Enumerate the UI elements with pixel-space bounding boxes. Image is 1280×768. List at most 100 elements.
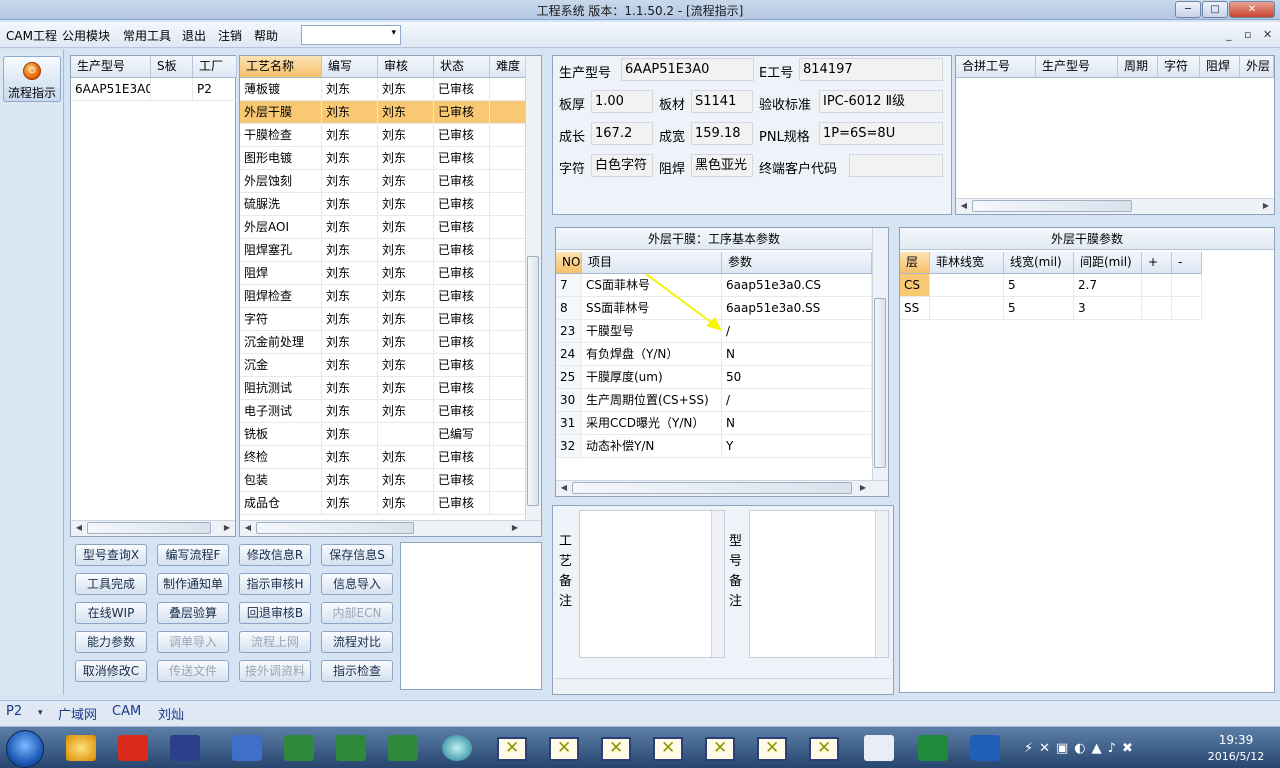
column-header[interactable]: 阻焊 xyxy=(1200,56,1240,78)
table-cell[interactable]: 已审核 xyxy=(434,170,490,193)
p-app-icon[interactable] xyxy=(918,735,948,761)
table-cell[interactable]: 刘东 xyxy=(322,239,378,262)
table-cell[interactable] xyxy=(490,331,527,354)
table-cell[interactable]: 硫脲洗 xyxy=(240,193,322,216)
table-cell[interactable]: 外层蚀刻 xyxy=(240,170,322,193)
minimize-button[interactable]: ─ xyxy=(1175,1,1201,18)
table-cell[interactable] xyxy=(490,423,527,446)
table-cell[interactable]: 刘东 xyxy=(378,262,434,285)
action-button[interactable]: 在线WIP xyxy=(75,602,147,624)
close-button[interactable]: ✕ xyxy=(1229,1,1275,18)
table-cell[interactable]: 刘东 xyxy=(378,78,434,101)
table-cell[interactable]: CS xyxy=(900,274,930,297)
standard-value[interactable]: IPC-6012 Ⅱ级 xyxy=(819,90,943,113)
scroll-left-arrow[interactable]: ◀ xyxy=(957,201,971,210)
shell-icon[interactable] xyxy=(66,735,96,761)
scrollbar-thumb[interactable] xyxy=(572,482,852,494)
scroll-left-arrow[interactable]: ◀ xyxy=(557,483,571,492)
table-cell[interactable]: P2 xyxy=(193,78,237,101)
table-cell[interactable]: 2.7 xyxy=(1074,274,1142,297)
table-cell[interactable]: 刘东 xyxy=(378,170,434,193)
table-cell[interactable]: / xyxy=(722,389,872,412)
table-cell[interactable]: 外层干膜 xyxy=(240,101,322,124)
table-cell[interactable] xyxy=(1172,297,1202,320)
column-header[interactable]: - xyxy=(1172,252,1202,274)
table-cell[interactable]: 字符 xyxy=(240,308,322,331)
table-cell[interactable]: 刘东 xyxy=(322,262,378,285)
model-value[interactable]: 6AAP51E3A0 xyxy=(621,58,754,81)
eye-app-icon[interactable] xyxy=(442,735,472,761)
column-header[interactable]: 层 xyxy=(900,252,930,274)
action-button[interactable]: 编写流程F xyxy=(157,544,229,566)
table-cell[interactable]: 刘东 xyxy=(322,446,378,469)
table-cell[interactable]: 已审核 xyxy=(434,147,490,170)
table-cell[interactable]: 30 xyxy=(556,389,582,412)
column-header[interactable]: NO xyxy=(556,252,582,274)
f-app-icon[interactable] xyxy=(970,735,1000,761)
table-cell[interactable]: 23 xyxy=(556,320,582,343)
column-header[interactable]: 生产型号 xyxy=(71,56,151,78)
model-remark-textarea[interactable] xyxy=(749,510,889,658)
column-header[interactable]: 工厂 xyxy=(193,56,237,78)
table-cell[interactable]: 刘东 xyxy=(322,423,378,446)
model-remark-scrollbar[interactable] xyxy=(875,511,888,657)
table-cell[interactable]: 薄板镀 xyxy=(240,78,322,101)
table-cell[interactable]: 已审核 xyxy=(434,239,490,262)
table-cell[interactable]: N xyxy=(722,412,872,435)
pnl-value[interactable]: 1P=6S=8U xyxy=(819,122,943,145)
mdi-close-button[interactable]: ✕ xyxy=(1263,28,1272,41)
menu-logout[interactable]: 注销 xyxy=(218,27,242,44)
column-header[interactable]: 状态 xyxy=(434,56,490,78)
material-value[interactable]: S1141 xyxy=(691,90,753,113)
column-header[interactable]: 项目 xyxy=(582,252,722,274)
word-icon[interactable] xyxy=(232,735,262,761)
maximize-button[interactable]: □ xyxy=(1202,1,1228,18)
table-cell[interactable]: 刘东 xyxy=(322,400,378,423)
mdi-minimize-button[interactable]: _ xyxy=(1226,28,1232,41)
scroll-right-arrow[interactable]: ▶ xyxy=(856,483,870,492)
column-header[interactable]: 参数 xyxy=(722,252,872,274)
table-cell[interactable]: 已审核 xyxy=(434,331,490,354)
table-cell[interactable]: 6aap51e3a0.SS xyxy=(722,297,872,320)
table-cell[interactable]: 刘东 xyxy=(378,101,434,124)
table-cell[interactable]: 刘东 xyxy=(378,239,434,262)
table-cell[interactable]: 3 xyxy=(1074,297,1142,320)
g-app-icon[interactable] xyxy=(118,735,148,761)
column-header[interactable]: 周期 xyxy=(1118,56,1158,78)
table-cell[interactable]: 6AAP51E3A0 xyxy=(71,78,151,101)
action-button[interactable]: 回退审核B xyxy=(239,602,311,624)
app-window-icon[interactable] xyxy=(757,737,787,761)
table-cell[interactable]: 8 xyxy=(556,297,582,320)
table-cell[interactable]: 刘东 xyxy=(322,78,378,101)
table-cell[interactable]: 已审核 xyxy=(434,354,490,377)
table-cell[interactable]: 阻焊塞孔 xyxy=(240,239,322,262)
action-button[interactable]: 流程对比 xyxy=(321,631,393,653)
table-cell[interactable] xyxy=(930,274,1004,297)
table-cell[interactable]: 有负焊盘（Y/N） xyxy=(582,343,722,366)
action-button[interactable]: 叠层验算 xyxy=(157,602,229,624)
table-cell[interactable]: 刘东 xyxy=(322,285,378,308)
scroll-left-arrow[interactable]: ◀ xyxy=(72,523,86,532)
mask-value[interactable]: 黑色亚光 xyxy=(691,154,753,177)
table-cell[interactable]: 包装 xyxy=(240,469,322,492)
table-cell[interactable] xyxy=(1142,274,1172,297)
table-cell[interactable]: 刘东 xyxy=(378,147,434,170)
document-app-icon[interactable] xyxy=(864,735,894,761)
column-header[interactable]: 线宽(mil) xyxy=(1004,252,1074,274)
table-cell[interactable]: N xyxy=(722,343,872,366)
table-cell[interactable] xyxy=(490,78,527,101)
table-cell[interactable]: / xyxy=(722,320,872,343)
table-cell[interactable] xyxy=(490,492,527,515)
table-cell[interactable]: 刘东 xyxy=(378,377,434,400)
table-cell[interactable]: Y xyxy=(722,435,872,458)
column-header[interactable]: 合拼工号 xyxy=(956,56,1036,78)
table-cell[interactable] xyxy=(378,423,434,446)
process-instruction-nav-button[interactable]: ⏻ 流程指示 xyxy=(3,56,61,102)
table-cell[interactable] xyxy=(490,469,527,492)
scroll-left-arrow[interactable]: ◀ xyxy=(241,523,255,532)
menu-common-tools[interactable]: 常用工具 xyxy=(123,27,171,44)
table-cell[interactable]: 铣板 xyxy=(240,423,322,446)
menu-common-module[interactable]: 公用模块 xyxy=(62,27,110,44)
action-button[interactable]: 修改信息R xyxy=(239,544,311,566)
table-cell[interactable]: 24 xyxy=(556,343,582,366)
